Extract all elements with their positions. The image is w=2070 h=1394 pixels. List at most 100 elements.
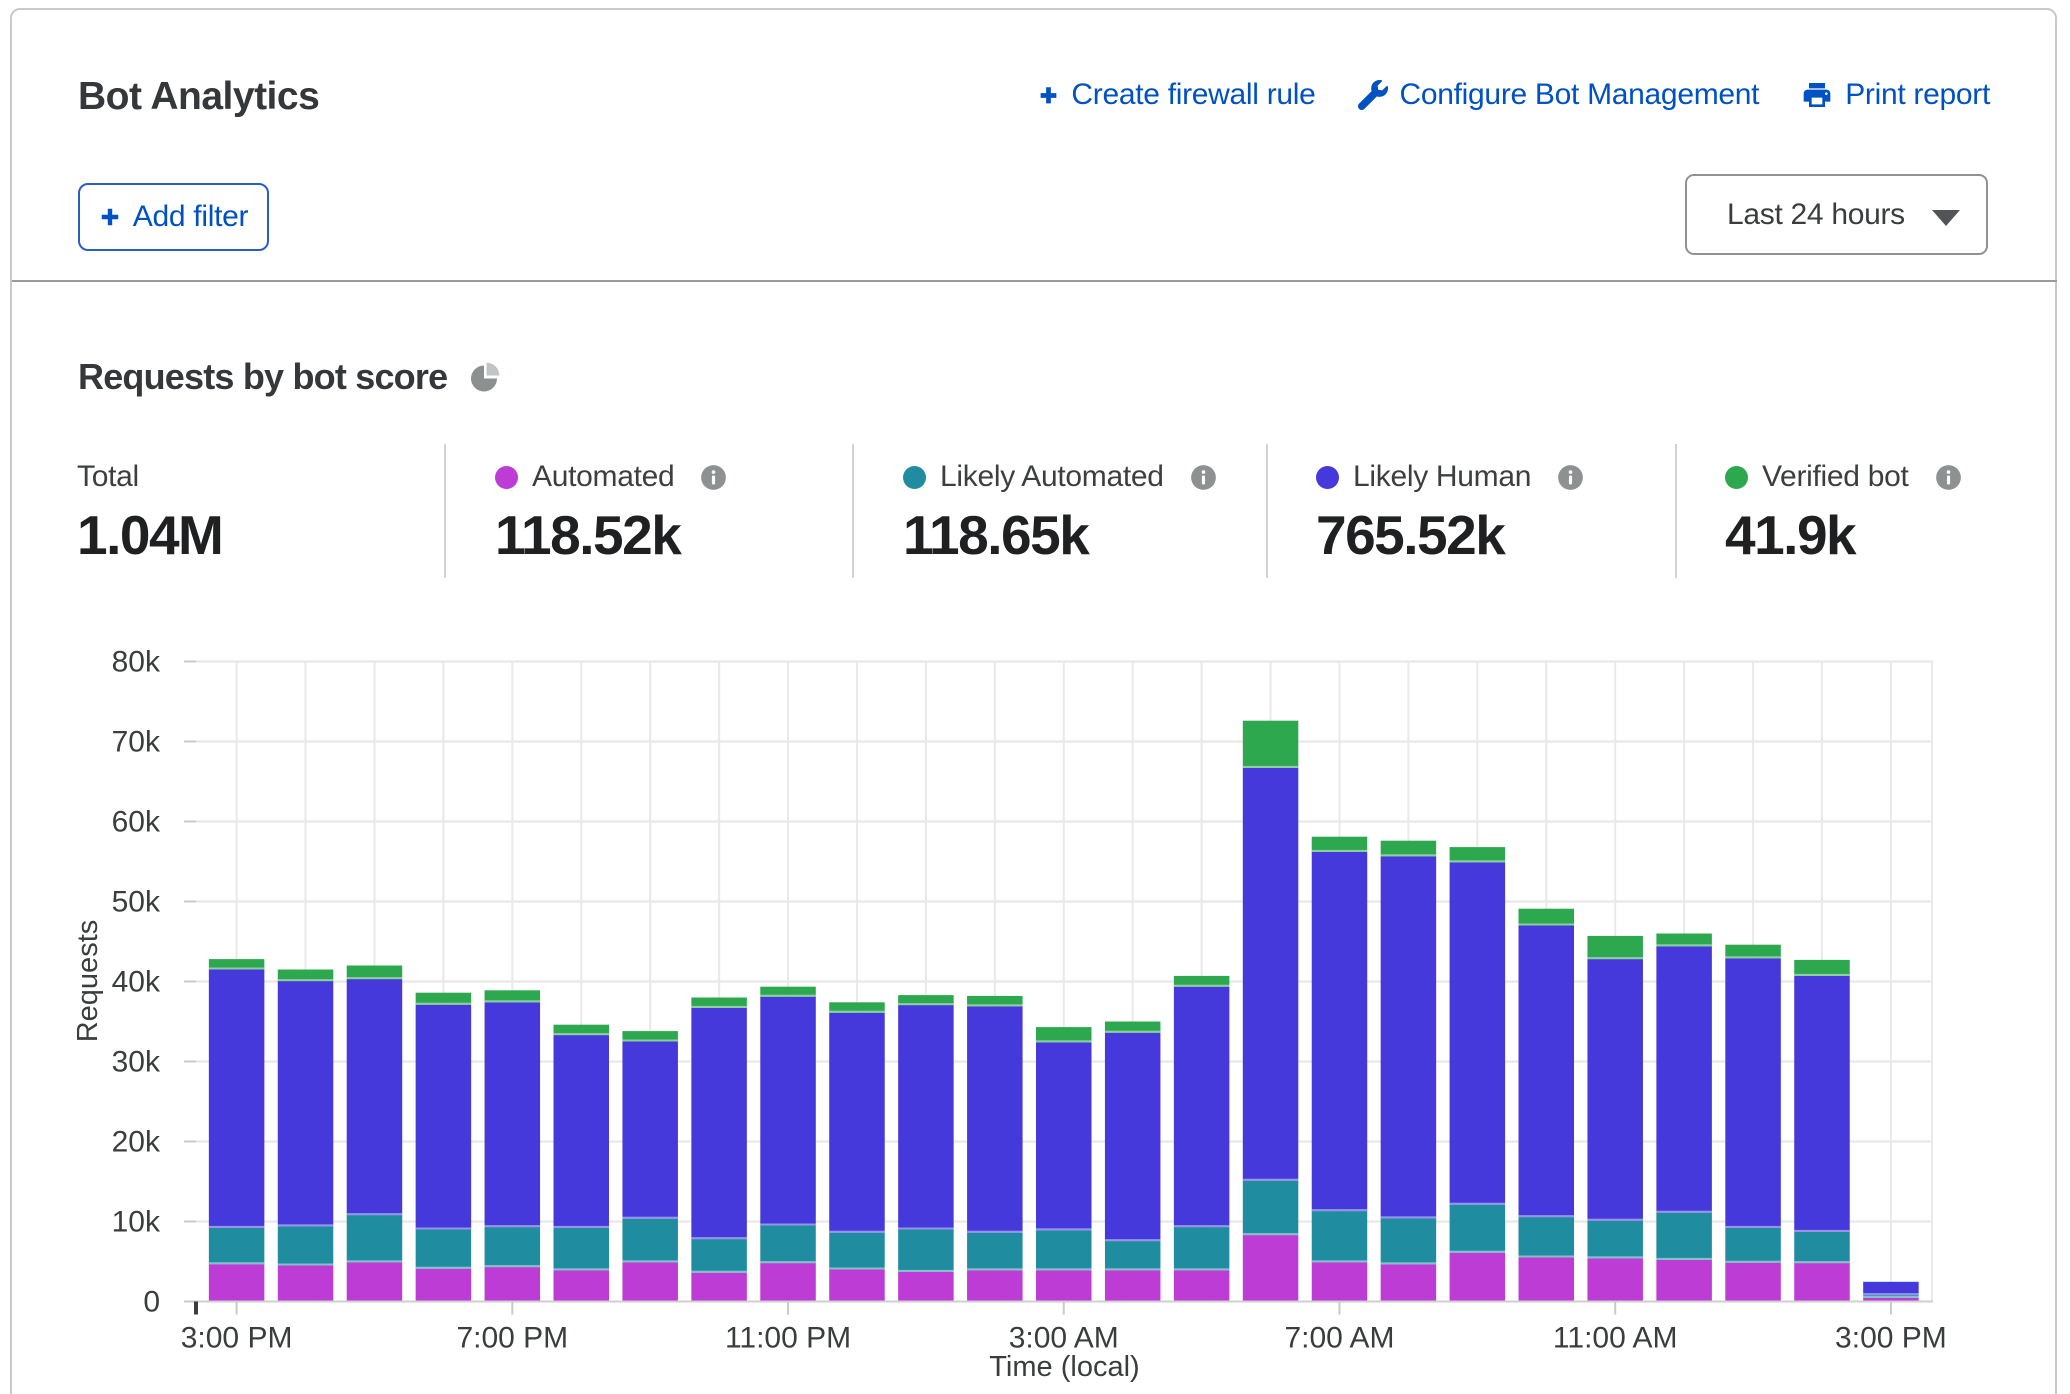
bar-likely-automated-18[interactable] — [1450, 1205, 1506, 1253]
bar-likely-human-10[interactable] — [898, 1005, 954, 1229]
bar-automated-9[interactable] — [829, 1270, 885, 1302]
bar-likely-human-13[interactable] — [1105, 1033, 1161, 1241]
bar-likely-human-15[interactable] — [1243, 768, 1299, 1181]
bar-likely-automated-0[interactable] — [209, 1228, 265, 1264]
y-tick — [184, 661, 196, 663]
bar-likely-automated-6[interactable] — [622, 1219, 678, 1263]
bar-likely-automated-5[interactable] — [554, 1228, 610, 1270]
bar-automated-23[interactable] — [1794, 1263, 1850, 1301]
bar-automated-7[interactable] — [691, 1273, 747, 1302]
bar-likely-human-7[interactable] — [691, 1008, 747, 1239]
bar-segment-separator — [485, 1265, 541, 1267]
bar-segment-separator — [1381, 1216, 1437, 1218]
bar-likely-automated-20[interactable] — [1587, 1221, 1643, 1259]
bar-automated-17[interactable] — [1381, 1264, 1437, 1301]
bar-automated-18[interactable] — [1450, 1253, 1506, 1302]
bar-likely-human-22[interactable] — [1725, 958, 1781, 1228]
bar-likely-automated-21[interactable] — [1656, 1213, 1712, 1260]
bar-likely-automated-7[interactable] — [691, 1239, 747, 1273]
bar-automated-11[interactable] — [967, 1270, 1023, 1301]
bar-likely-automated-9[interactable] — [829, 1233, 885, 1270]
bar-likely-automated-12[interactable] — [1036, 1230, 1092, 1270]
bar-likely-automated-3[interactable] — [416, 1230, 472, 1269]
bar-likely-human-5[interactable] — [554, 1035, 610, 1228]
bar-verified-bot-2[interactable] — [347, 966, 403, 980]
bar-automated-2[interactable] — [347, 1262, 403, 1301]
bar-segment-separator — [1105, 1031, 1161, 1033]
x-tick — [1338, 1303, 1340, 1315]
bar-automated-15[interactable] — [1243, 1235, 1299, 1301]
bar-automated-21[interactable] — [1656, 1260, 1712, 1302]
bar-segment-separator — [554, 1268, 610, 1270]
bar-automated-5[interactable] — [554, 1270, 610, 1301]
bar-likely-human-17[interactable] — [1381, 856, 1437, 1218]
bar-likely-human-19[interactable] — [1519, 926, 1575, 1218]
bar-likely-automated-17[interactable] — [1381, 1218, 1437, 1264]
bar-likely-human-23[interactable] — [1794, 976, 1850, 1232]
bar-likely-automated-8[interactable] — [760, 1226, 816, 1264]
y-tick — [184, 1141, 196, 1143]
bar-likely-human-16[interactable] — [1312, 852, 1368, 1211]
bar-likely-human-1[interactable] — [278, 981, 334, 1226]
bar-verified-bot-22[interactable] — [1725, 945, 1781, 959]
bar-segment-separator — [1863, 1296, 1919, 1298]
bar-automated-4[interactable] — [485, 1267, 541, 1301]
bar-likely-automated-4[interactable] — [485, 1227, 541, 1267]
bar-verified-bot-12[interactable] — [1036, 1027, 1092, 1042]
bar-automated-16[interactable] — [1312, 1262, 1368, 1301]
bar-segment-separator — [1174, 1268, 1230, 1270]
bar-likely-automated-10[interactable] — [898, 1230, 954, 1272]
bar-automated-1[interactable] — [278, 1266, 334, 1302]
bar-automated-20[interactable] — [1587, 1258, 1643, 1301]
bar-likely-human-9[interactable] — [829, 1013, 885, 1233]
bar-likely-human-11[interactable] — [967, 1006, 1023, 1232]
y-tick-label: 10k — [112, 1206, 161, 1239]
bar-likely-automated-13[interactable] — [1105, 1241, 1161, 1270]
bar-likely-automated-1[interactable] — [278, 1226, 334, 1265]
bar-likely-human-12[interactable] — [1036, 1042, 1092, 1230]
y-tick — [184, 821, 196, 823]
bar-likely-human-21[interactable] — [1656, 946, 1712, 1212]
bar-verified-bot-20[interactable] — [1587, 936, 1643, 959]
plot-right-border — [1931, 662, 1933, 1302]
bar-likely-human-6[interactable] — [622, 1042, 678, 1219]
bar-automated-8[interactable] — [760, 1263, 816, 1301]
bar-verified-bot-18[interactable] — [1450, 847, 1506, 862]
bar-verified-bot-23[interactable] — [1794, 960, 1850, 976]
bar-automated-22[interactable] — [1725, 1263, 1781, 1302]
bar-likely-automated-23[interactable] — [1794, 1232, 1850, 1263]
bar-automated-10[interactable] — [898, 1272, 954, 1302]
bar-segment-separator — [1243, 1179, 1299, 1181]
bar-automated-13[interactable] — [1105, 1270, 1161, 1301]
y-tick-label: 50k — [112, 886, 161, 919]
bar-verified-bot-19[interactable] — [1519, 909, 1575, 926]
bar-likely-automated-16[interactable] — [1312, 1211, 1368, 1262]
bar-segment-separator — [485, 1000, 541, 1002]
bar-automated-12[interactable] — [1036, 1270, 1092, 1301]
bar-automated-3[interactable] — [416, 1269, 472, 1302]
bar-likely-automated-11[interactable] — [967, 1233, 1023, 1271]
bar-likely-automated-2[interactable] — [347, 1215, 403, 1262]
bar-segment-separator — [1725, 956, 1781, 958]
bar-likely-human-2[interactable] — [347, 979, 403, 1215]
bar-likely-human-3[interactable] — [416, 1005, 472, 1230]
bar-likely-human-0[interactable] — [209, 970, 265, 1228]
bar-likely-human-20[interactable] — [1587, 959, 1643, 1221]
bar-likely-automated-19[interactable] — [1519, 1217, 1575, 1257]
bar-likely-automated-15[interactable] — [1243, 1181, 1299, 1235]
bar-automated-19[interactable] — [1519, 1258, 1575, 1302]
bar-segment-separator — [622, 1217, 678, 1219]
bar-likely-automated-14[interactable] — [1174, 1227, 1230, 1270]
bar-likely-human-8[interactable] — [760, 997, 816, 1226]
y-tick — [184, 1061, 196, 1063]
bar-likely-human-18[interactable] — [1450, 862, 1506, 1204]
bar-likely-human-4[interactable] — [485, 1002, 541, 1227]
bar-automated-6[interactable] — [622, 1262, 678, 1301]
bar-automated-14[interactable] — [1174, 1270, 1230, 1301]
bar-automated-0[interactable] — [209, 1264, 265, 1301]
bar-verified-bot-16[interactable] — [1312, 837, 1368, 852]
bar-likely-automated-22[interactable] — [1725, 1228, 1781, 1263]
bar-likely-human-14[interactable] — [1174, 987, 1230, 1227]
bar-verified-bot-15[interactable] — [1243, 721, 1299, 768]
bar-verified-bot-17[interactable] — [1381, 841, 1437, 857]
